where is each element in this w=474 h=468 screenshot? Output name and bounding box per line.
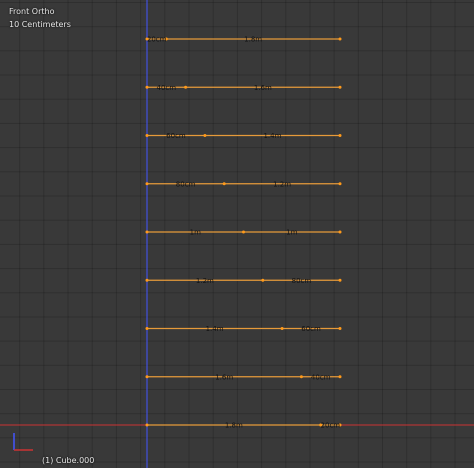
end-vertex[interactable] [338,375,342,379]
split-vertex[interactable] [222,182,226,186]
edge-length-right: 20cm [321,422,341,430]
end-vertex[interactable] [145,375,149,379]
edge-length-left: 1.8m [225,422,243,430]
active-object-label: (1) Cube.000 [42,456,95,465]
split-vertex[interactable] [184,85,188,89]
split-vertex[interactable] [242,230,245,234]
split-vertex[interactable] [280,327,284,330]
edge-segment[interactable]: 1.8m 20cm [145,422,342,430]
split-vertex[interactable] [261,278,265,282]
end-vertex[interactable] [145,85,149,89]
edge-length-left: 20cm [147,36,167,44]
edge-length-left: 40cm [157,84,177,92]
edge-length-right: 1.6m [254,84,272,92]
axis-gizmo-icon [13,433,33,451]
edge-length-right: 1.4m [263,132,281,140]
edge-length-left: 60cm [166,132,186,140]
edges-layer: 20cm 1.8m 40cm 1.6m 60cm 1.4m 80cm 1.2m 1m 1m 1.2m… [145,36,342,430]
end-vertex[interactable] [145,278,149,282]
edge-length-left: 80cm [176,180,196,188]
edge-segment[interactable]: 60cm 1.4m [145,132,342,140]
edge-length-right: 40cm [311,373,331,381]
edge-segment[interactable]: 20cm 1.8m [145,36,342,44]
end-vertex[interactable] [338,37,342,41]
view-title: Front Ortho [9,7,55,16]
edge-length-right: 1m [286,229,297,237]
end-vertex[interactable] [338,85,342,89]
edge-segment[interactable]: 1m 1m [145,229,342,237]
end-vertex[interactable] [338,278,342,282]
edge-length-right: 60cm [301,325,321,333]
end-vertex[interactable] [338,230,342,234]
split-vertex[interactable] [299,375,303,379]
grid-unit-label: 10 Centimeters [9,20,71,29]
viewport-canvas[interactable]: 20cm 1.8m 40cm 1.6m 60cm 1.4m 80cm 1.2m 1m 1m 1.2m… [0,0,474,468]
end-vertex[interactable] [145,423,149,427]
edge-segment[interactable]: 1.6m 40cm [145,373,342,381]
edge-segment[interactable]: 40cm 1.6m [145,84,342,92]
edge-segment[interactable]: 80cm 1.2m [145,180,342,188]
end-vertex[interactable] [145,134,149,137]
end-vertex[interactable] [145,182,149,186]
edge-length-left: 1.2m [196,277,214,285]
end-vertex[interactable] [338,327,342,330]
edge-length-left: 1m [190,229,201,237]
end-vertex[interactable] [338,182,342,186]
end-vertex[interactable] [338,134,342,137]
edge-length-left: 1.6m [215,373,233,381]
end-vertex[interactable] [145,230,149,234]
edge-length-right: 1.2m [273,180,291,188]
edge-length-right: 1.8m [244,36,262,44]
edge-length-left: 1.4m [206,325,224,333]
edge-segment[interactable]: 1.2m 80cm [145,277,342,285]
split-vertex[interactable] [203,134,207,137]
edge-segment[interactable]: 1.4m 60cm [145,325,342,333]
end-vertex[interactable] [145,327,149,330]
edge-length-right: 80cm [292,277,312,285]
